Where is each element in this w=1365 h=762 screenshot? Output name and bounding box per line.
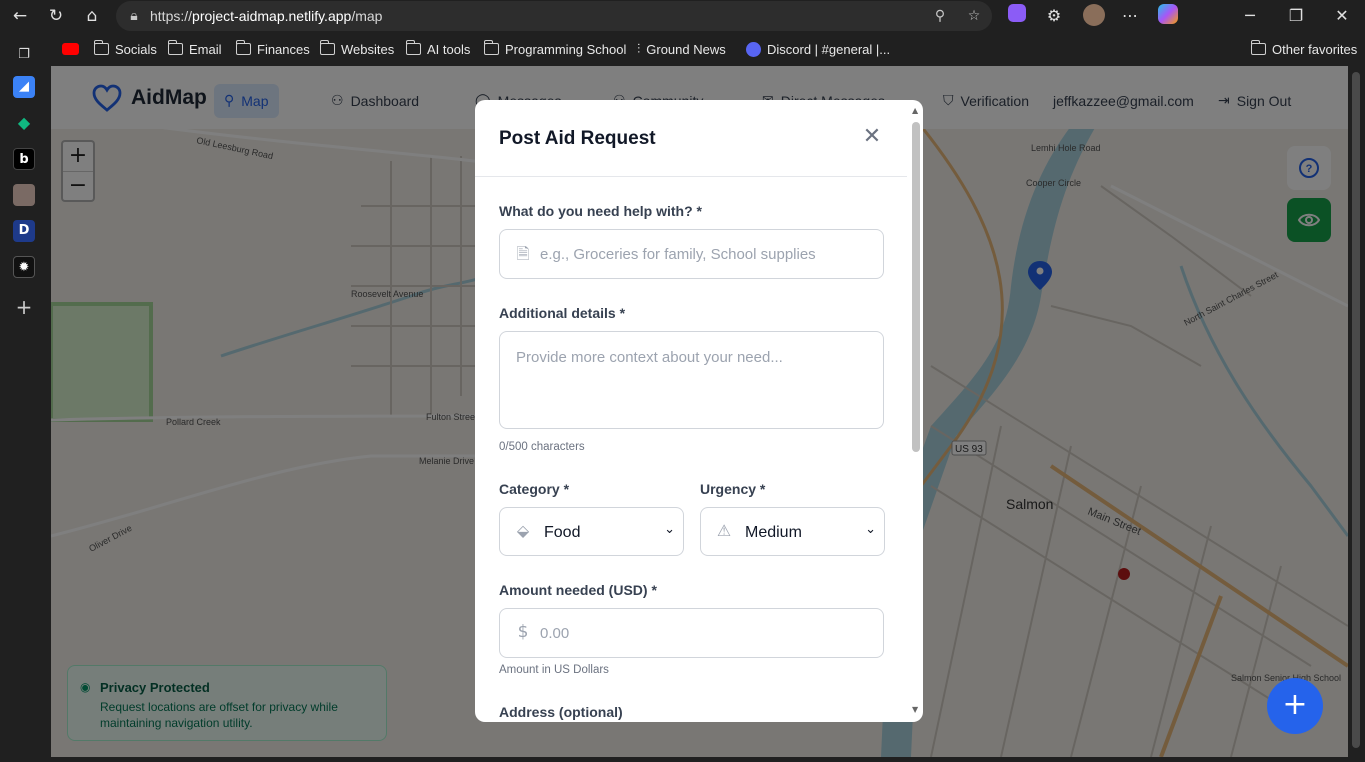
address-field-label: Address (optional) [499,704,623,720]
site-info-icon[interactable]: 🔒︎ [124,6,144,26]
copilot-icon[interactable] [1156,4,1180,28]
modal-title: Post Aid Request [499,128,656,149]
amount-input[interactable]: $ 0.00 [499,608,884,658]
add-sidebar-app-icon[interactable]: + [13,296,35,318]
bookmark-discord[interactable]: Discord | #general |... [746,41,890,57]
amount-field-label: Amount needed (USD) * [499,582,657,598]
bookmark-other-favorites[interactable]: Other favorites [1250,40,1357,57]
favorite-star-icon[interactable]: ☆ [964,6,984,26]
close-icon[interactable]: ✕ [859,124,885,150]
page-scrollbar-thumb[interactable] [1352,72,1360,748]
help-field-label: What do you need help with? * [499,203,702,219]
folder-icon [93,40,109,55]
sidebar-app-icon[interactable]: ◢ [13,76,35,98]
bookmark-folder[interactable]: Programming School [483,40,626,57]
messenger-extension-icon[interactable] [1005,4,1029,28]
page-scrollbar[interactable] [1348,66,1365,757]
details-field-label: Additional details * [499,305,626,321]
modal-divider [475,176,907,177]
location-icon[interactable]: ⚲ [930,6,950,26]
document-icon: 🗎︎ [516,244,530,263]
category-value: Food [544,524,581,541]
category-select[interactable]: ⬙ Food ⌄ [499,507,684,556]
folder-icon [167,40,183,55]
sidebar-app-icon[interactable] [13,184,35,206]
character-count: 0/500 characters [499,441,585,453]
bookmark-youtube[interactable] [62,41,79,57]
urgency-field-label: Urgency * [700,481,766,497]
chevron-down-icon: ⌄ [664,522,675,537]
profile-avatar[interactable] [1082,4,1106,28]
restore-icon[interactable]: ❐ [1284,4,1308,28]
home-icon[interactable]: ⌂ [80,4,104,28]
post-aid-request-modal: Post Aid Request ✕ What do you need help… [475,100,923,722]
tag-icon: ⬙ [516,521,530,540]
bookmarks-bar: Socials Email Finances Websites AI tools… [0,32,1365,66]
sidebar-app-icon[interactable]: b [13,148,35,170]
close-window-icon[interactable]: ✕ [1330,4,1354,28]
modal-scrollbar[interactable]: ▲ ▼ [910,100,923,722]
help-title-input[interactable]: 🗎︎ e.g., Groceries for family, School su… [499,229,884,279]
folder-icon [319,40,335,55]
app-page: Old Leesburg Road Roosevelt Avenue Polla… [51,66,1348,757]
bookmark-folder[interactable]: Websites [319,40,394,57]
back-icon[interactable]: ← [8,4,32,28]
chevron-down-icon: ⌄ [865,522,876,537]
folder-icon [483,40,499,55]
bookmark-folder[interactable]: Socials [93,40,157,57]
bookmark-folder[interactable]: Finances [235,40,310,57]
help-title-placeholder: e.g., Groceries for family, School suppl… [540,246,816,263]
ground-news-icon: ⫶ [637,41,641,57]
discord-icon [746,41,761,57]
add-request-button[interactable]: + [1267,678,1323,734]
category-field-label: Category * [499,481,570,497]
browser-toolbar: ← ↻ ⌂ 🔒︎ https://project-aidmap.netlify.… [0,0,1365,32]
sidebar-app-icon[interactable]: ◆ [13,112,35,134]
folder-icon [235,40,251,55]
dollar-icon: $ [517,622,529,642]
warning-icon: ⚠ [716,521,732,540]
url-text[interactable]: https://project-aidmap.netlify.app/map [150,8,382,24]
urgency-value: Medium [745,524,802,541]
amount-help-text: Amount in US Dollars [499,664,609,676]
bookmark-ground-news[interactable]: ⫶ Ground News [637,41,726,57]
bookmark-folder[interactable]: Email [167,40,222,57]
scroll-up-icon[interactable]: ▲ [912,106,918,115]
more-menu-icon[interactable]: ⋯ [1118,4,1142,28]
minimize-icon[interactable]: ─ [1238,4,1262,28]
scrollbar-thumb[interactable] [912,122,920,452]
scroll-down-icon[interactable]: ▼ [912,705,918,714]
extensions-icon[interactable]: ⚙ [1042,4,1066,28]
folder-icon [1250,40,1266,55]
details-placeholder: Provide more context about your need... [516,349,783,366]
folder-icon [405,40,421,55]
youtube-icon [62,43,79,55]
sidebar-app-icon[interactable]: ✹ [13,256,35,278]
tab-actions-icon[interactable]: ❐ [13,44,35,66]
refresh-icon[interactable]: ↻ [44,4,68,28]
browser-sidebar: ❐ ◢ ◆ b D ✹ + [0,47,50,762]
sidebar-app-icon[interactable]: D [13,220,35,242]
bookmark-folder[interactable]: AI tools [405,40,470,57]
details-textarea[interactable]: Provide more context about your need... [499,331,884,429]
urgency-select[interactable]: ⚠ Medium ⌄ [700,507,885,556]
address-bar[interactable]: 🔒︎ https://project-aidmap.netlify.app/ma… [116,1,992,31]
amount-placeholder: 0.00 [540,625,570,642]
